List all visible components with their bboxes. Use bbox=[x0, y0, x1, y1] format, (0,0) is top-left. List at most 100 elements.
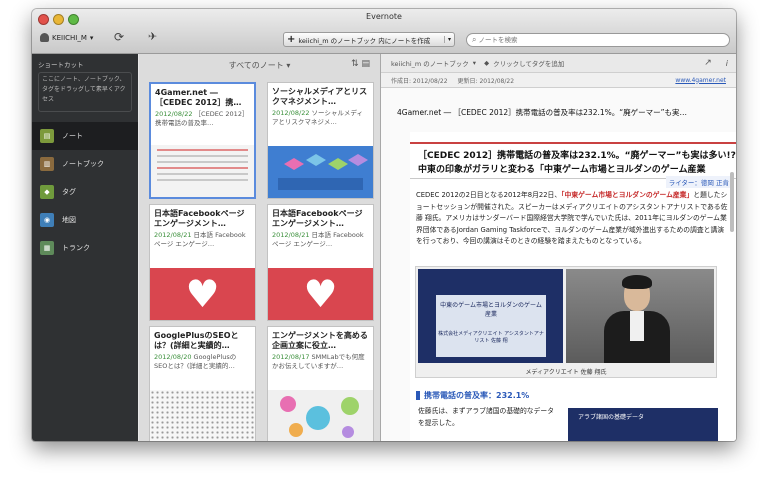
shortcuts-label: ショートカット bbox=[38, 61, 84, 69]
note-list: すべてのノート ▾ ⇅ ▤ 4Gamer.net ― ［CEDEC 2012］携… bbox=[139, 54, 381, 441]
activity-icon[interactable]: ✈ bbox=[148, 31, 157, 43]
title-bar: Evernote KEIICHI_M ▾ ⟳ ✈ + keiichi_m のノー… bbox=[32, 9, 736, 54]
sidebar: ショートカット ここにノート、ノートブック、タグをドラッグして素早くアクセス ▤… bbox=[32, 54, 138, 441]
note-thumbnail bbox=[268, 146, 373, 198]
source-url-link[interactable]: www.4gamer.net bbox=[675, 77, 726, 84]
note-title: ソーシャルメディアとリスクマネジメント… bbox=[272, 87, 368, 106]
note-snippet: 2012/08/17 SMMLabでも何度かお伝えしていますが… bbox=[268, 351, 373, 371]
sidebar-item-label: トランク bbox=[62, 244, 90, 252]
search-input[interactable] bbox=[478, 36, 699, 44]
note-date: 2012/08/17 bbox=[272, 353, 310, 361]
sidebar-item-label: ノートブック bbox=[62, 160, 104, 168]
paragraph-text: CEDEC 2012の2日目となる2012年8月22日、 bbox=[416, 191, 562, 199]
share-icon[interactable]: ↗ bbox=[704, 58, 712, 68]
slide-thumbnail-title: アラブ諸国の基礎データ bbox=[578, 414, 645, 421]
new-note-button[interactable]: + keiichi_m のノートブック 内にノートを作成 ▾ bbox=[283, 32, 455, 47]
tag-icon: ◆ bbox=[40, 185, 54, 199]
slide-thumbnail: アラブ諸国の基礎データ bbox=[568, 408, 718, 441]
heart-icon: ♥ bbox=[150, 268, 255, 320]
sidebar-item-trunk[interactable]: ▦ トランク bbox=[32, 234, 138, 262]
note-snippet: 2012/08/22 ソーシャルメディアとリスクマネジメ… bbox=[268, 107, 373, 127]
note-date: 2012/08/22 bbox=[272, 109, 310, 117]
section-marker bbox=[416, 391, 420, 400]
view-options-icon[interactable]: ▤ bbox=[361, 59, 370, 69]
chevron-down-icon: ▾ bbox=[472, 59, 477, 67]
note-snippet: 2012/08/20 GooglePlusの SEOとは？(詳細と実績的… bbox=[150, 351, 255, 371]
note-card[interactable]: エンゲージメントを高める企画立案に役立… 2012/08/17 SMMLabでも… bbox=[267, 326, 374, 441]
evernote-window: Evernote KEIICHI_M ▾ ⟳ ✈ + keiichi_m のノー… bbox=[32, 9, 736, 441]
note-card[interactable]: 日本語Facebookページ エンゲージメント… 2012/08/21 日本語 … bbox=[149, 204, 256, 321]
note-list-tools: ⇅ ▤ bbox=[351, 59, 370, 69]
paragraph-text: と題したショートセッションが開催された。スピーカーはメディアクリエイトのアシスタ… bbox=[416, 191, 728, 245]
note-title: 4Gamer.net ― ［CEDEC 2012］携… bbox=[155, 88, 242, 107]
tag-icon: ◆ bbox=[484, 59, 490, 67]
heart-icon: ♥ bbox=[268, 268, 373, 320]
note-title: 日本語Facebookページ エンゲージメント… bbox=[154, 209, 245, 228]
note-date: 2012/08/21 bbox=[154, 231, 192, 239]
search-box[interactable]: ⌕ bbox=[466, 33, 730, 47]
note-card[interactable]: 日本語Facebookページ エンゲージメント… 2012/08/21 日本語 … bbox=[267, 204, 374, 321]
note-date: 2012/08/21 bbox=[272, 231, 310, 239]
article-header: ［CEDEC 2012］携帯電話の普及率は232.1%。“廃ゲーマー”も実は多い… bbox=[410, 142, 736, 179]
sidebar-item-label: 地図 bbox=[62, 216, 76, 224]
note-title-field[interactable]: 4Gamer.net ― ［CEDEC 2012］携帯電話の普及率は232.1%… bbox=[397, 107, 727, 118]
trunk-icon: ▦ bbox=[40, 241, 54, 255]
user-icon bbox=[40, 33, 49, 42]
account-name: KEIICHI_M bbox=[52, 33, 87, 42]
slide-title: 中東のゲーム市場とヨルダンのゲーム産業 bbox=[440, 302, 542, 318]
info-icon[interactable]: i bbox=[726, 59, 728, 68]
notebook-selector[interactable]: keiichi_m のノートブック bbox=[391, 58, 469, 68]
notebook-icon: ▥ bbox=[40, 157, 54, 171]
highlight-link[interactable]: 「中東ゲーム市場とヨルダンのゲーム産業」 bbox=[561, 191, 693, 199]
sort-icon[interactable]: ⇅ bbox=[351, 59, 359, 69]
note-list-header[interactable]: すべてのノート ▾ bbox=[139, 54, 380, 76]
map-icon: ◉ bbox=[40, 213, 54, 227]
add-tag-field[interactable]: クリックしてタグを追加 bbox=[493, 58, 564, 68]
article-paragraph: CEDEC 2012の2日目となる2012年8月22日、「中東ゲーム市場とヨルダ… bbox=[416, 190, 730, 248]
slide-subtitle: 株式会社メディアクリエイト アシスタントアナリスト 佐藤 翔 bbox=[438, 331, 544, 344]
note-meta-bar: 作成日: 2012/08/22 更新日: 2012/08/22 www.4gam… bbox=[381, 73, 736, 88]
search-icon: ⌕ bbox=[472, 35, 477, 44]
photo-caption: メディアクリエイト 佐藤 翔氏 bbox=[525, 369, 607, 376]
sidebar-item-notes[interactable]: ▤ ノート bbox=[32, 122, 138, 150]
section-heading-text: 携帯電話の普及率：232.1% bbox=[424, 391, 530, 400]
sidebar-item-notebooks[interactable]: ▥ ノートブック bbox=[32, 150, 138, 178]
note-body[interactable]: ［CEDEC 2012］携帯電話の普及率は232.1%。“廃ゲーマー”も実は多い… bbox=[410, 132, 736, 441]
chevron-down-icon: ▾ bbox=[89, 33, 94, 42]
infographic-thumbnail bbox=[280, 396, 359, 438]
diagram-thumbnail bbox=[268, 146, 373, 198]
note-thumbnail bbox=[268, 390, 373, 441]
note-scrollbar[interactable] bbox=[730, 172, 734, 232]
article-paragraph: 佐藤氏は、まずアラブ諸国の基礎的なデータを提示した。 bbox=[418, 407, 554, 427]
speaker-photo bbox=[566, 269, 714, 363]
section-heading: 携帯電話の普及率：232.1% bbox=[416, 390, 529, 401]
note-header-bar: keiichi_m のノートブック ▾ ◆ クリックしてタグを追加 ↗ i bbox=[381, 54, 736, 73]
account-menu[interactable]: KEIICHI_M ▾ bbox=[40, 33, 93, 42]
note-title: GooglePlusのSEOとは？(詳細と実績的… bbox=[154, 331, 239, 350]
sidebar-item-label: タグ bbox=[62, 188, 76, 196]
note-viewer: keiichi_m のノートブック ▾ ◆ クリックしてタグを追加 ↗ i 作成… bbox=[381, 54, 736, 441]
note-title: エンゲージメントを高める企画立案に役立… bbox=[272, 331, 368, 350]
note-card[interactable]: 4Gamer.net ― ［CEDEC 2012］携… 2012/08/22 ［… bbox=[149, 82, 256, 199]
note-date: 2012/08/20 bbox=[154, 353, 192, 361]
note-snippet: 2012/08/22 ［CEDEC 2012］携帯電話の普及率… bbox=[151, 108, 254, 128]
article-photo: 中東のゲーム市場とヨルダンのゲーム産業 株式会社メディアクリエイト アシスタント… bbox=[415, 266, 717, 378]
window-title: Evernote bbox=[366, 12, 402, 21]
shortcuts-drop-area[interactable]: ここにノート、ノートブック、タグをドラッグして素早くアクセス bbox=[38, 72, 132, 112]
note-snippet: 2012/08/21 日本語 Facebookページ エンゲージ… bbox=[150, 229, 255, 249]
note-thumbnail bbox=[151, 145, 254, 197]
presentation-slide-image: 中東のゲーム市場とヨルダンのゲーム産業 株式会社メディアクリエイト アシスタント… bbox=[418, 269, 563, 363]
note-title: 日本語Facebookページ エンゲージメント… bbox=[272, 209, 363, 228]
sidebar-item-map[interactable]: ◉ 地図 bbox=[32, 206, 138, 234]
chevron-down-icon[interactable]: ▾ bbox=[443, 36, 454, 43]
note-thumbnail bbox=[150, 390, 255, 441]
sidebar-item-tags[interactable]: ◆ タグ bbox=[32, 178, 138, 206]
note-card[interactable]: ソーシャルメディアとリスクマネジメント… 2012/08/22 ソーシャルメディ… bbox=[267, 82, 374, 199]
note-card[interactable]: GooglePlusのSEOとは？(詳細と実績的… 2012/08/20 Goo… bbox=[149, 326, 256, 441]
writer-label[interactable]: ライター：徳岡 正肯 bbox=[665, 176, 732, 188]
sync-icon[interactable]: ⟳ bbox=[114, 31, 124, 43]
updated-date: 更新日: 2012/08/22 bbox=[457, 77, 515, 85]
note-date: 2012/08/22 bbox=[155, 110, 193, 118]
sidebar-nav: ▤ ノート ▥ ノートブック ◆ タグ ◉ 地図 ▦ トランク bbox=[32, 122, 138, 262]
plus-icon: + bbox=[287, 33, 296, 45]
